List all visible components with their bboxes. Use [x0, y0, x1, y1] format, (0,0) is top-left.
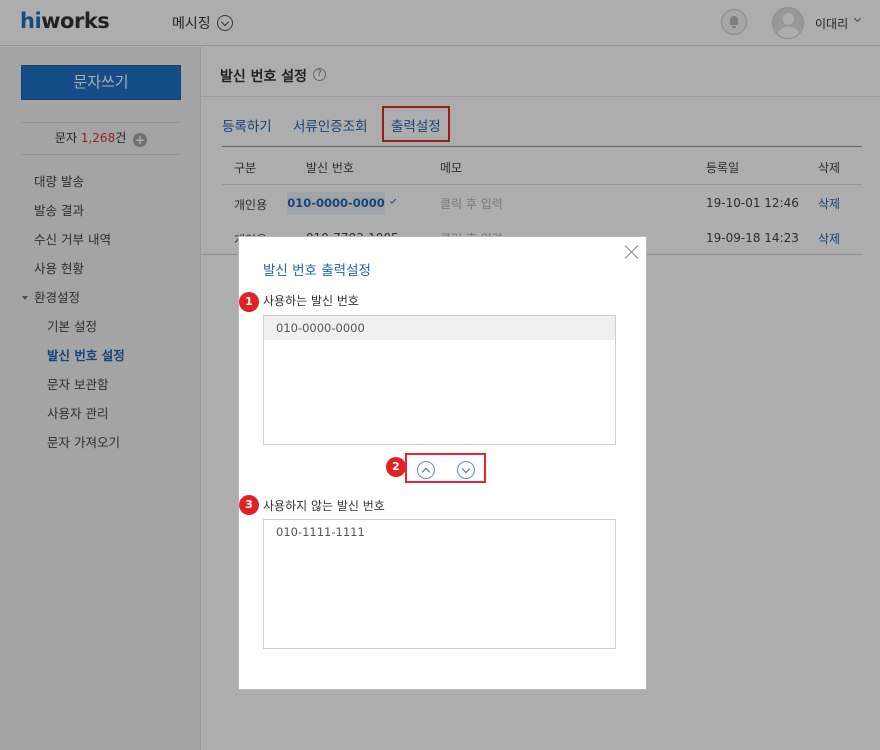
unused-numbers-label: 사용하지 않는 발신 번호	[263, 499, 385, 513]
used-numbers-list[interactable]: 010-0000-0000	[263, 315, 616, 445]
move-up-button[interactable]	[417, 461, 435, 479]
step-badge: 3	[239, 495, 259, 515]
output-settings-dialog: 발신 번호 출력설정 1 사용하는 발신 번호 010-0000-0000 2 …	[238, 236, 647, 690]
dialog-title: 발신 번호 출력설정	[263, 263, 371, 279]
highlight-box	[405, 453, 486, 483]
list-item[interactable]: 010-0000-0000	[264, 316, 615, 340]
modal-backdrop[interactable]	[0, 0, 201, 750]
step-badge: 1	[239, 292, 259, 312]
unused-numbers-list[interactable]: 010-1111-1111	[263, 519, 616, 649]
move-down-button[interactable]	[457, 461, 475, 479]
list-item[interactable]: 010-1111-1111	[264, 520, 615, 544]
used-numbers-label: 사용하는 발신 번호	[263, 294, 359, 308]
close-icon[interactable]	[624, 244, 640, 260]
step-badge: 2	[386, 457, 406, 477]
